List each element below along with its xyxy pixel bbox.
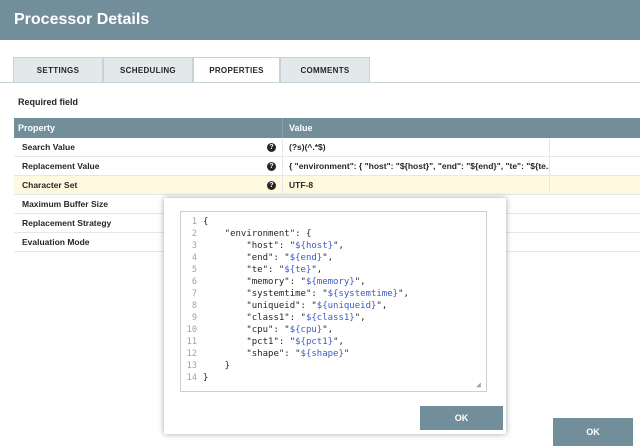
code-line: 2 "environment": { [181, 228, 486, 240]
code-text: } [203, 373, 209, 383]
expression-variable: ${host} [295, 241, 334, 251]
property-name: Replacement Strategy [22, 218, 112, 228]
line-number: 11 [186, 337, 197, 347]
code-text: { [203, 217, 209, 227]
code-line: 10 "cpu": "${cpu}", [181, 324, 486, 336]
grid-header: Property Value [14, 118, 640, 138]
code-line: 9 "class1": "${class1}", [181, 312, 486, 324]
expression-variable: ${pct1} [295, 337, 334, 347]
code-line: 1{ [181, 216, 486, 228]
property-value[interactable]: UTF-8 [282, 175, 550, 195]
tab-scheduling[interactable]: SCHEDULING [103, 57, 193, 83]
expression-variable: ${class1} [305, 313, 355, 323]
resize-handle-icon[interactable]: ◢ [476, 381, 484, 389]
code-line: 5 "te": "${te}", [181, 264, 486, 276]
code-text: "environment": { [203, 229, 312, 239]
code-text: "te": "${te}", [203, 265, 323, 275]
code-text: "host": "${host}", [203, 241, 344, 251]
expression-variable: ${memory} [305, 277, 355, 287]
line-number: 3 [191, 241, 197, 251]
property-name: Search Value [22, 142, 75, 152]
column-header-property[interactable]: Property [14, 118, 282, 138]
property-value[interactable]: (?s)(^.*$) [282, 137, 550, 157]
property-value[interactable]: { "environment": { "host": "${host}", "e… [282, 156, 550, 176]
tab-bar: SETTINGS SCHEDULING PROPERTIES COMMENTS [13, 57, 370, 83]
property-name: Maximum Buffer Size [22, 199, 108, 209]
expression-variable: ${shape} [300, 349, 344, 359]
line-number: 14 [186, 373, 197, 383]
line-number: 10 [186, 325, 197, 335]
expression-variable: ${cpu} [289, 325, 323, 335]
line-number: 6 [191, 277, 197, 287]
dialog-title: Processor Details [0, 0, 640, 40]
expression-variable: ${uniqueid} [316, 301, 377, 311]
tab-divider [0, 82, 640, 83]
code-line: 4 "end": "${end}", [181, 252, 486, 264]
code-text: "uniqueid": "${uniqueid}", [203, 301, 388, 311]
tab-properties[interactable]: PROPERTIES [193, 57, 280, 83]
code-line: 8 "uniqueid": "${uniqueid}", [181, 300, 486, 312]
line-number: 9 [191, 313, 197, 323]
code-line: 14} [181, 372, 486, 384]
code-text: "systemtime": "${systemtime}", [203, 289, 409, 299]
line-number: 4 [191, 253, 197, 263]
editor-ok-button[interactable]: OK [420, 406, 503, 430]
table-row[interactable]: Search Value? (?s)(^.*$) [14, 137, 640, 157]
column-header-value[interactable]: Value [282, 118, 313, 138]
tab-settings[interactable]: SETTINGS [13, 57, 103, 83]
property-name: Evaluation Mode [22, 237, 90, 247]
code-line: 3 "host": "${host}", [181, 240, 486, 252]
code-text: "shape": "${shape}" [203, 349, 350, 359]
line-number: 5 [191, 265, 197, 275]
expression-variable: ${end} [289, 253, 323, 263]
code-text: "memory": "${memory}", [203, 277, 366, 287]
code-line: 6 "memory": "${memory}", [181, 276, 486, 288]
code-line: 11 "pct1": "${pct1}", [181, 336, 486, 348]
tab-comments[interactable]: COMMENTS [280, 57, 370, 83]
code-line: 13 } [181, 360, 486, 372]
help-icon[interactable]: ? [267, 180, 276, 190]
code-text: "end": "${end}", [203, 253, 334, 263]
code-line: 12 "shape": "${shape}" [181, 348, 486, 360]
code-text: "class1": "${class1}", [203, 313, 366, 323]
code-line: 7 "systemtime": "${systemtime}", [181, 288, 486, 300]
property-name: Character Set [22, 180, 78, 190]
line-number: 13 [186, 361, 197, 371]
expression-variable: ${systemtime} [327, 289, 399, 299]
ok-button[interactable]: OK [553, 418, 633, 446]
line-number: 7 [191, 289, 197, 299]
line-number: 12 [186, 349, 197, 359]
help-icon[interactable]: ? [267, 161, 276, 171]
line-number: 1 [191, 217, 197, 227]
property-name: Replacement Value [22, 161, 100, 171]
value-editor-popup: 1{2 "environment": {3 "host": "${host}",… [164, 198, 506, 434]
code-text: "pct1": "${pct1}", [203, 337, 344, 347]
line-number: 8 [191, 301, 197, 311]
table-row[interactable]: Replacement Value? { "environment": { "h… [14, 156, 640, 176]
table-row[interactable]: Character Set? UTF-8 [14, 175, 640, 195]
required-field-label: Required field [18, 97, 79, 107]
code-text: "cpu": "${cpu}", [203, 325, 334, 335]
line-number: 2 [191, 229, 197, 239]
expression-variable: ${te} [284, 265, 312, 275]
code-editor[interactable]: 1{2 "environment": {3 "host": "${host}",… [180, 211, 487, 392]
help-icon[interactable]: ? [267, 142, 276, 152]
code-text: } [203, 361, 231, 371]
